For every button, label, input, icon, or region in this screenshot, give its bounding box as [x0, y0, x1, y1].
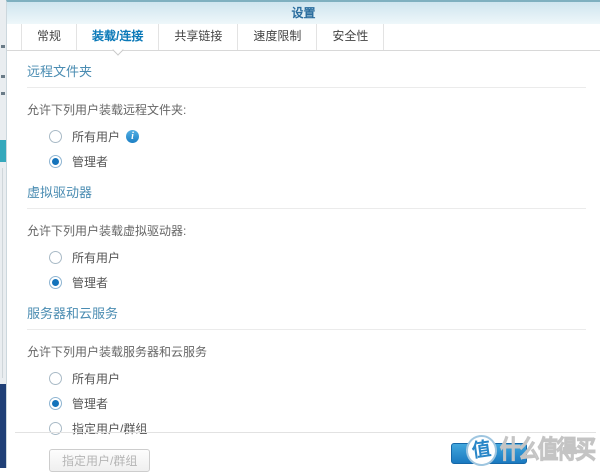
- radio-label[interactable]: 管理者: [72, 395, 108, 412]
- background-window-icon: [1, 92, 5, 95]
- radio-button[interactable]: [49, 251, 62, 264]
- radio-button[interactable]: [49, 372, 62, 385]
- settings-section: 虚拟驱动器允许下列用户装载虚拟驱动器: 所有用户管理者: [27, 182, 586, 295]
- dialog-title: 设置: [291, 6, 316, 20]
- settings-dialog: 设置 常规 装载/连接 共享链接 速度限制 安全性 远程文件夹允许下列用户装载远程文件夹…: [6, 0, 600, 472]
- radio-button[interactable]: [49, 397, 62, 410]
- tab-bar: 常规 装载/连接 共享链接 速度限制 安全性: [7, 24, 600, 56]
- tab-item[interactable]: 装载/连接: [77, 24, 160, 56]
- radio-label[interactable]: 指定用户/群组: [72, 420, 147, 437]
- specify-users-button: 指定用户/群组: [49, 449, 151, 472]
- section-description: 允许下列用户装载远程文件夹:: [27, 103, 187, 117]
- footer-divider: [15, 432, 596, 433]
- background-window-icon: [1, 75, 5, 78]
- radio-label[interactable]: 所有用户: [72, 370, 120, 387]
- radio-option-row[interactable]: 指定用户/群组: [49, 416, 586, 441]
- section-description: 允许下列用户装载虚拟驱动器:: [27, 224, 187, 238]
- radio-option-row[interactable]: 所有用户: [49, 366, 586, 391]
- section-title: 虚拟驱动器: [27, 182, 586, 209]
- radio-option-row[interactable]: 管理者: [49, 270, 586, 295]
- tab-item[interactable]: 常规: [21, 24, 78, 50]
- ok-button[interactable]: [451, 443, 527, 464]
- radio-button[interactable]: [49, 155, 62, 168]
- background-window-divider: [2, 168, 3, 378]
- radio-label[interactable]: 所有用户: [72, 128, 120, 145]
- radio-option-row[interactable]: 管理者: [49, 149, 586, 174]
- settings-section: 远程文件夹允许下列用户装载远程文件夹: 所有用户 i 管理者: [27, 61, 586, 174]
- radio-button[interactable]: [49, 130, 62, 143]
- tab-item[interactable]: 安全性: [317, 24, 385, 50]
- tab-item[interactable]: 共享链接: [159, 24, 239, 50]
- section-title: 服务器和云服务: [27, 303, 586, 330]
- section-description: 允许下列用户装载服务器和云服务: [27, 345, 208, 359]
- radio-option-row[interactable]: 所有用户 i: [49, 124, 586, 149]
- radio-option-row[interactable]: 管理者: [49, 391, 586, 416]
- dialog-content: 远程文件夹 允许下列用户装载远程文件夹: 所有用户 i 管理者 虚拟驱动器 允许下列用户装载…: [7, 51, 600, 472]
- info-icon[interactable]: i: [126, 130, 140, 143]
- section-title: 远程文件夹: [27, 61, 586, 88]
- radio-label[interactable]: 所有用户: [72, 249, 120, 266]
- radio-label[interactable]: 管理者: [72, 274, 108, 291]
- radio-option-row[interactable]: 所有用户: [49, 245, 586, 270]
- radio-button[interactable]: [49, 422, 62, 435]
- dialog-titlebar[interactable]: 设置: [7, 2, 600, 24]
- tab-item[interactable]: 速度限制: [238, 24, 318, 50]
- background-window-icon: [1, 45, 5, 48]
- radio-label[interactable]: 管理者: [72, 153, 108, 170]
- radio-button[interactable]: [49, 276, 62, 289]
